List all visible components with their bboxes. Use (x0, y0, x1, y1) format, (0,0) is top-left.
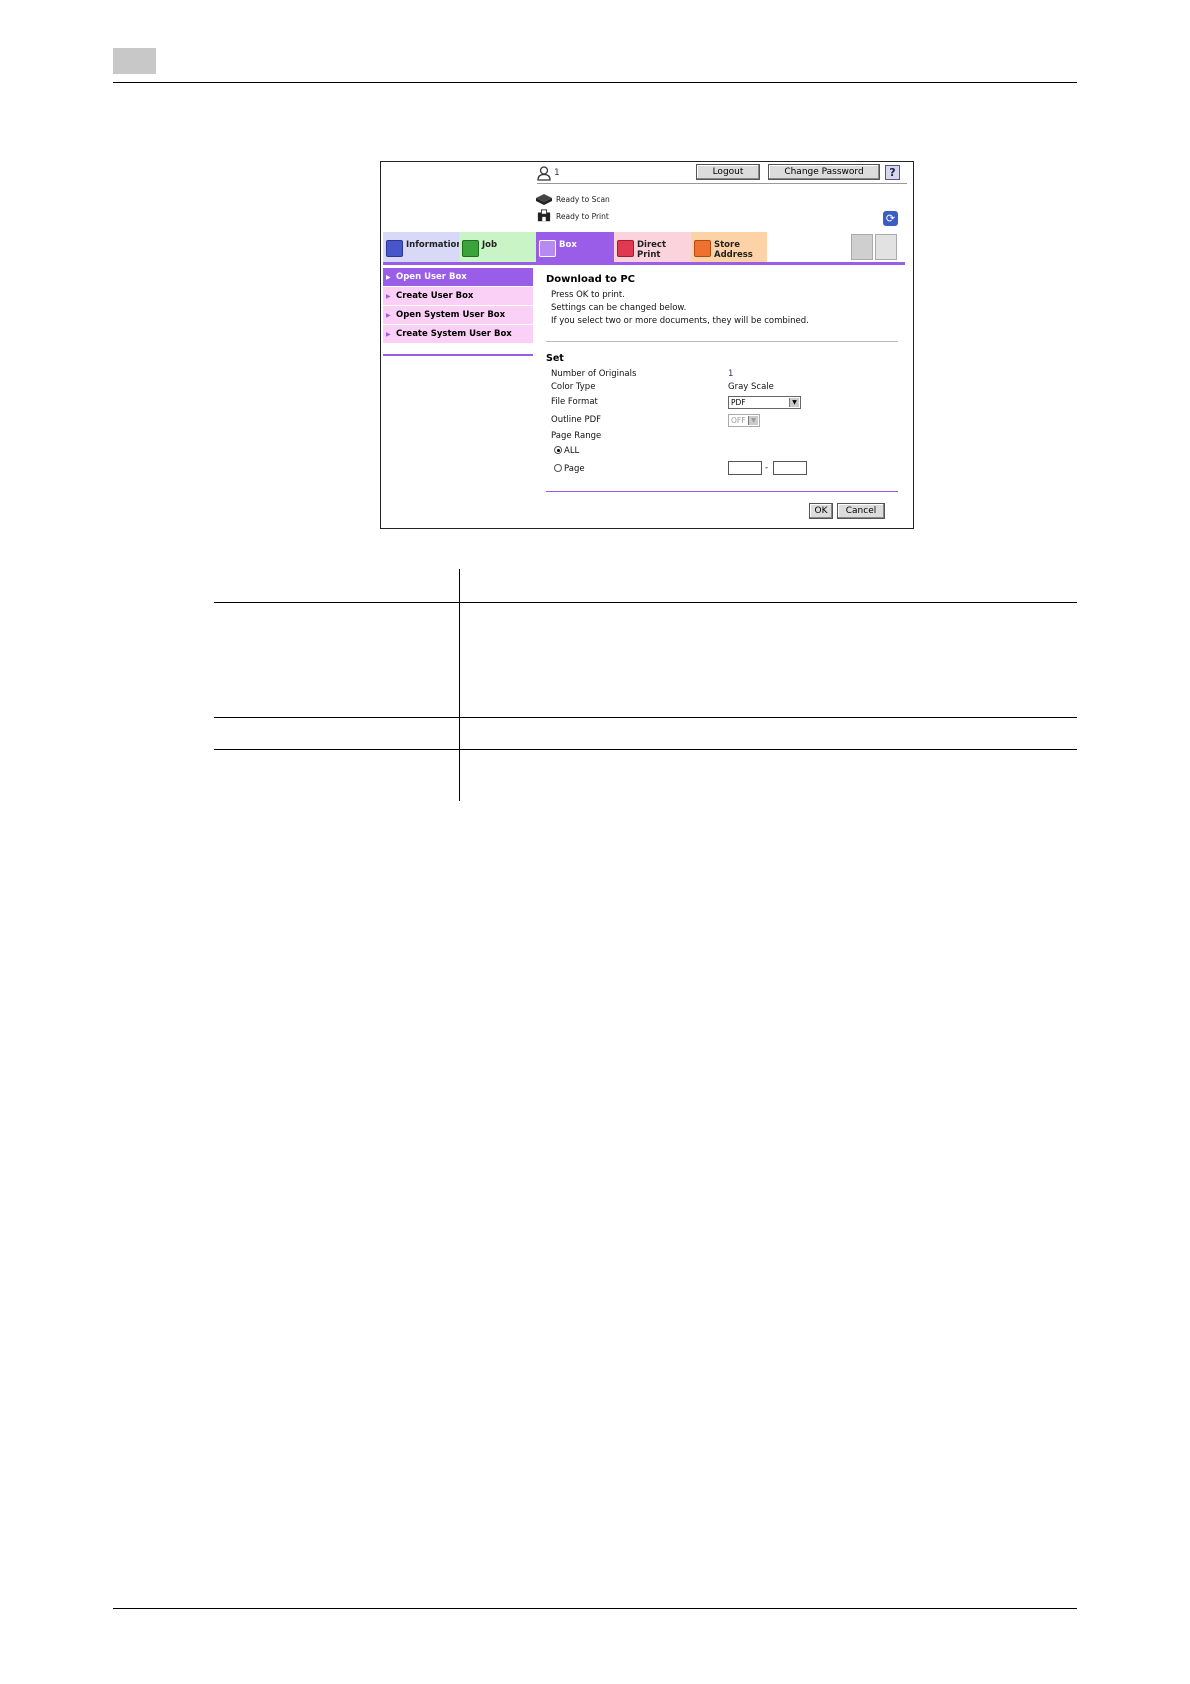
table-row-divider (214, 602, 1077, 603)
color-type-label: Color Type (551, 382, 596, 392)
range-all-label: ALL (564, 446, 580, 456)
sidebar-item-open-system-user-box[interactable]: ▶ Open System User Box (383, 306, 533, 325)
refresh-icon[interactable]: ⟳ (883, 211, 898, 226)
table-row-divider (214, 749, 1077, 750)
file-format-select[interactable]: PDF ▼ (728, 396, 801, 409)
page-to-input[interactable] (773, 461, 807, 475)
tab-underline (383, 262, 905, 265)
table-row-divider (214, 717, 1077, 718)
instruction-line: Settings can be changed below. (551, 303, 687, 313)
header-divider (537, 183, 907, 184)
user-id: 1 (554, 168, 560, 178)
file-format-label: File Format (551, 397, 598, 407)
color-type-value: Gray Scale (728, 382, 774, 392)
section-divider (546, 341, 898, 342)
originals-label: Number of Originals (551, 369, 637, 379)
information-icon (386, 240, 403, 257)
outline-pdf-label: Outline PDF (551, 415, 602, 425)
tab-store-address[interactable]: Store Address (691, 232, 767, 262)
triangle-right-icon: ▶ (386, 293, 391, 300)
header-rule (113, 82, 1077, 83)
page-range-label: Page Range (551, 431, 602, 441)
originals-value: 1 (728, 369, 734, 379)
store-address-icon (694, 240, 711, 257)
range-page-label: Page (564, 464, 585, 474)
chevron-down-icon: ▼ (748, 416, 758, 425)
sidebar-bottom-line (383, 354, 533, 356)
triangle-right-icon: ▶ (386, 331, 391, 338)
sidebar-item-create-user-box[interactable]: ▶ Create User Box (383, 287, 533, 306)
outline-pdf-select: OFF ▼ (728, 414, 760, 427)
sidebar: ▶ Open User Box ▶ Create User Box ▶ Open… (383, 268, 533, 344)
tab-information[interactable]: Information (383, 232, 462, 262)
sidebar-item-create-system-user-box[interactable]: ▶ Create System User Box (383, 325, 533, 344)
screenshot-window: 1 Logout Change Password ? Ready to Scan… (380, 161, 914, 529)
page-from-input[interactable] (728, 461, 762, 475)
print-status: Ready to Print (556, 212, 609, 221)
change-password-button[interactable]: Change Password (768, 164, 880, 180)
tab-box[interactable]: Box (536, 232, 614, 262)
instruction-line: If you select two or more documents, the… (551, 316, 809, 326)
tab-direct-print[interactable]: Direct Print (614, 232, 691, 262)
user-icon (537, 166, 551, 181)
chevron-down-icon: ▼ (789, 398, 799, 407)
table-column-divider (459, 569, 460, 801)
help-icon[interactable]: ? (885, 165, 900, 180)
page-corner-tab (113, 48, 156, 74)
box-icon (539, 240, 556, 257)
cancel-button[interactable]: Cancel (837, 503, 885, 519)
page-title: Download to PC (546, 274, 636, 285)
footer-divider (546, 491, 898, 492)
range-all-radio[interactable] (554, 446, 562, 454)
device-icon[interactable] (851, 234, 873, 260)
triangle-right-icon: ▶ (386, 274, 391, 281)
panel-icon[interactable] (875, 234, 897, 260)
triangle-right-icon: ▶ (386, 312, 391, 319)
range-page-radio[interactable] (554, 464, 562, 472)
range-separator: - (765, 463, 769, 473)
job-icon (462, 240, 479, 257)
scan-status: Ready to Scan (556, 195, 610, 204)
tab-job[interactable]: Job (459, 232, 536, 262)
printer-icon (537, 209, 551, 222)
instruction-line: Press OK to print. (551, 290, 625, 300)
set-heading: Set (546, 353, 564, 364)
ok-button[interactable]: OK (809, 503, 833, 519)
direct-print-icon (617, 240, 634, 257)
scanner-icon (536, 194, 552, 205)
footer-rule (113, 1608, 1077, 1609)
sidebar-item-open-user-box[interactable]: ▶ Open User Box (383, 268, 533, 287)
logout-button[interactable]: Logout (696, 164, 760, 180)
